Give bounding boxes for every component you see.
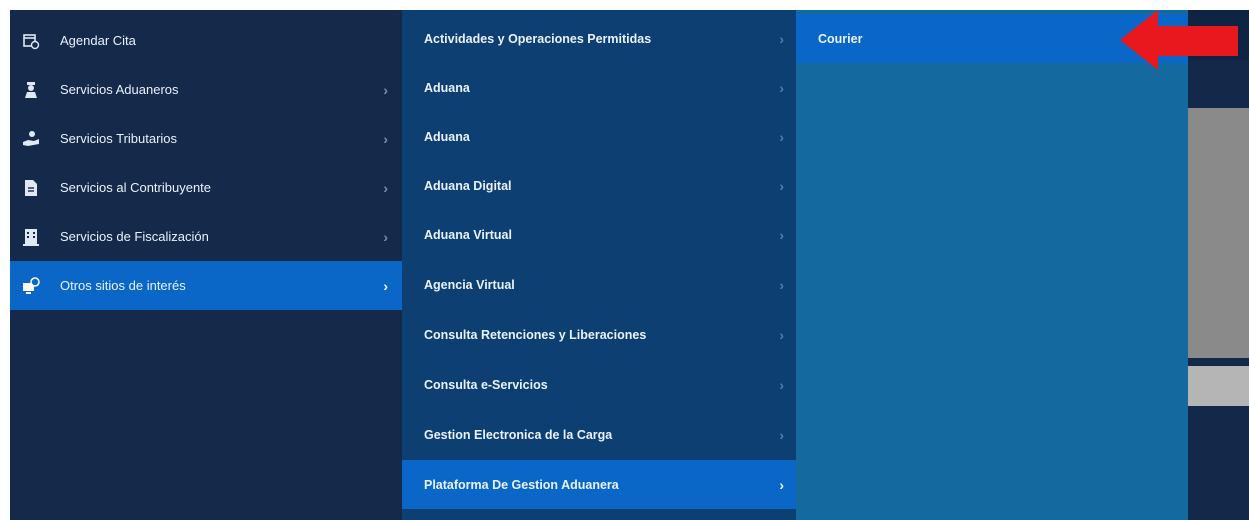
submenu-item[interactable]: Actividades y Operaciones Permitidas ›	[402, 14, 796, 63]
main-menu: Agendar Cita Servicios Aduaneros › Servi…	[10, 10, 402, 520]
chevron-right-icon: ›	[779, 30, 784, 47]
chevron-right-icon: ›	[779, 276, 784, 293]
chevron-right-icon: ›	[779, 177, 784, 194]
menu-item-servicios-contribuyente[interactable]: Servicios al Contribuyente ›	[10, 163, 402, 212]
chevron-right-icon: ›	[779, 326, 784, 343]
globe-monitor-icon	[22, 276, 40, 295]
chevron-right-icon: ›	[779, 128, 784, 145]
submenu-otros-sitios: Actividades y Operaciones Permitidas › A…	[402, 10, 796, 520]
building-icon	[22, 228, 40, 246]
chevron-right-icon: ›	[383, 277, 388, 294]
submenu-item[interactable]: Aduana ›	[402, 63, 796, 112]
menu-item-agendar-cita[interactable]: Agendar Cita	[10, 16, 402, 65]
submenu-item-label: Aduana Digital	[424, 178, 512, 193]
menu-item-label: Servicios al Contribuyente	[60, 180, 212, 195]
submenu-item[interactable]: Aduana Virtual ›	[402, 210, 796, 259]
customs-officer-icon	[22, 81, 40, 99]
background-page-content	[1188, 108, 1249, 358]
submenu-item-plataforma[interactable]: Plataforma De Gestion Aduanera ›	[402, 460, 796, 509]
submenu-plataforma: Courier	[796, 10, 1188, 520]
chevron-right-icon: ›	[779, 476, 784, 493]
submenu-item-label: Agencia Virtual	[424, 277, 515, 292]
menu-item-servicios-tributarios[interactable]: Servicios Tributarios ›	[10, 114, 402, 163]
submenu-item-label: Aduana	[424, 129, 470, 144]
submenu-item-label: Gestion Electronica de la Carga	[424, 427, 613, 442]
menu-item-label: Servicios Aduaneros	[60, 82, 179, 97]
chevron-right-icon: ›	[779, 426, 784, 443]
document-icon	[22, 179, 40, 197]
chevron-right-icon: ›	[383, 228, 388, 245]
menu-item-servicios-aduaneros[interactable]: Servicios Aduaneros ›	[10, 65, 402, 114]
menu-item-label: Servicios de Fiscalización	[60, 229, 209, 244]
submenu-item[interactable]: Agencia Virtual ›	[402, 260, 796, 309]
flyout-menu: Agendar Cita Servicios Aduaneros › Servi…	[10, 10, 1249, 520]
menu-item-label: Agendar Cita	[60, 33, 136, 48]
submenu-item[interactable]: Consulta Retenciones y Liberaciones ›	[402, 310, 796, 359]
submenu-item-label: Aduana	[424, 80, 470, 95]
chevron-right-icon: ›	[779, 226, 784, 243]
menu-item-servicios-fiscalizacion[interactable]: Servicios de Fiscalización ›	[10, 212, 402, 261]
chevron-right-icon: ›	[383, 130, 388, 147]
calendar-icon	[22, 32, 40, 50]
chevron-right-icon: ›	[383, 179, 388, 196]
submenu-item[interactable]: Consulta e-Servicios ›	[402, 360, 796, 409]
submenu-item-label: Plataforma De Gestion Aduanera	[424, 477, 619, 492]
submenu-item-label: Courier	[818, 31, 863, 46]
hand-coin-icon	[22, 130, 40, 148]
submenu-item-label: Aduana Virtual	[424, 227, 512, 242]
menu-item-label: Otros sitios de interés	[60, 278, 186, 293]
menu-item-label: Servicios Tributarios	[60, 131, 178, 146]
submenu-item[interactable]: Aduana Digital ›	[402, 161, 796, 210]
red-arrow-icon	[1120, 10, 1238, 70]
submenu-item-label: Actividades y Operaciones Permitidas	[424, 31, 652, 46]
submenu-item[interactable]: Gestion Electronica de la Carga ›	[402, 410, 796, 459]
chevron-right-icon: ›	[779, 376, 784, 393]
submenu-item-label: Consulta e-Servicios	[424, 377, 548, 392]
background-page-content	[1188, 366, 1249, 406]
chevron-right-icon: ›	[383, 81, 388, 98]
menu-item-otros-sitios[interactable]: Otros sitios de interés ›	[10, 261, 402, 310]
chevron-right-icon: ›	[779, 79, 784, 96]
submenu-item[interactable]: Aduana ›	[402, 112, 796, 161]
submenu-item-label: Consulta Retenciones y Liberaciones	[424, 327, 647, 342]
